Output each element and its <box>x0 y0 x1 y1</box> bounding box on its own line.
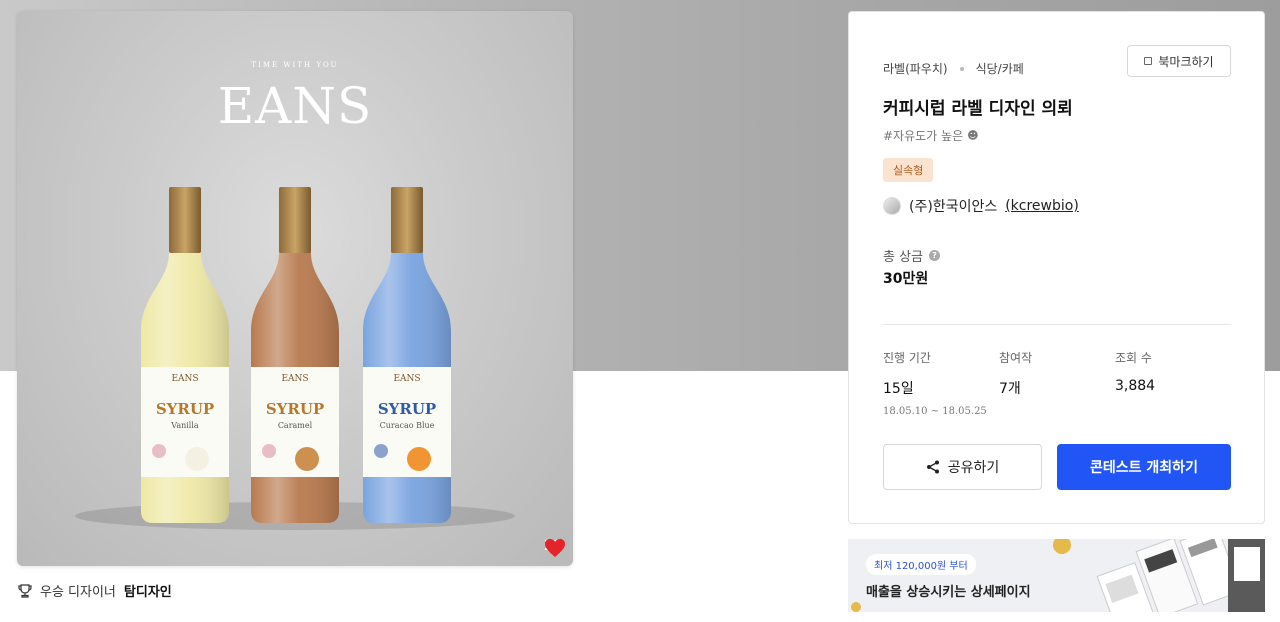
host-info: (주)한국이안스 (kcrewbio) <box>883 196 1079 216</box>
syrup-bottle: EANS SYRUP Vanilla <box>141 187 229 523</box>
help-icon[interactable]: ? <box>929 250 941 261</box>
brand-logo: EANS <box>217 77 373 135</box>
stat-period: 진행 기간 15일 18.05.10 ~ 18.05.25 <box>883 349 987 417</box>
hashtag: #자유도가 높은 ☻ <box>883 127 979 144</box>
stat-views: 조회 수 3,884 <box>1115 349 1155 394</box>
label-product: SYRUP <box>378 400 436 418</box>
label-fruit-illustration <box>407 447 431 471</box>
prize-value: 30만원 <box>883 271 929 287</box>
banner-text: 매출을 상승시키는 상세페이지 <box>866 585 1031 600</box>
bottle-cap <box>279 187 311 253</box>
contest-artwork[interactable]: EANS SYRUP Vanilla EANS SYRUP Caramel EANS SYRU… <box>17 11 573 566</box>
divider <box>883 324 1231 325</box>
bookmark-label: 북마크하기 <box>1158 54 1214 69</box>
share-label: 공유하기 <box>947 460 1000 476</box>
winner-designer: 우승 디자이너 탐디자인 <box>18 581 172 600</box>
banner-illustration <box>851 539 1265 612</box>
contest-info-card: 라벨(파우치) 식당/카페 북마크하기 커피시럽 라벨 디자인 의뢰 #자유도가… <box>848 11 1265 524</box>
subcategory-link[interactable]: 식당/카페 <box>976 60 1024 77</box>
host-name: (주)한국이안스 <box>909 199 998 215</box>
label-flavor: Vanilla <box>170 421 199 430</box>
label-fruit-illustration <box>295 447 319 471</box>
separator-dot <box>959 66 964 71</box>
label-brand: EANS <box>171 374 198 384</box>
bottle-cap <box>169 187 201 253</box>
host-avatar <box>883 197 901 215</box>
price-pill: 최저 120,000원 부터 <box>866 554 976 575</box>
share-button[interactable]: 공유하기 <box>883 444 1042 490</box>
stat-value: 15일 <box>883 381 914 397</box>
label-flower-illustration <box>152 444 166 458</box>
label-fruit-illustration <box>185 447 209 471</box>
share-icon <box>926 460 939 474</box>
promo-banner[interactable]: 최저 120,000원 부터 매출을 상승시키는 상세페이지 <box>848 539 1265 612</box>
winner-name[interactable]: 탐디자인 <box>124 581 172 600</box>
stat-label: 진행 기간 <box>883 351 931 365</box>
label-flavor: Caramel <box>278 421 313 430</box>
label-flavor: Curacao Blue <box>380 421 435 430</box>
contest-title: 커피시럽 라벨 디자인 의뢰 <box>883 99 1073 119</box>
hashtag-text: #자유도가 높은 <box>883 129 964 143</box>
stat-entries: 참여작 7개 <box>999 349 1032 398</box>
host-contest-button[interactable]: 콘테스트 개최하기 <box>1057 444 1231 490</box>
stat-value: 7개 <box>999 381 1021 397</box>
like-button[interactable]: 11 <box>544 538 565 558</box>
label-product: SYRUP <box>266 400 324 418</box>
trophy-icon <box>18 583 32 598</box>
syrup-bottle: EANS SYRUP Caramel <box>251 187 339 523</box>
label-flower-illustration <box>262 444 276 458</box>
person-emoji-icon: ☻ <box>967 129 979 142</box>
stat-value: 3,884 <box>1115 378 1156 394</box>
brand-tagline: TIME WITH YOU <box>251 61 339 69</box>
stat-label: 참여작 <box>999 351 1033 365</box>
label-brand: EANS <box>281 374 308 384</box>
prize-label-text: 총 상금 <box>883 250 924 265</box>
label-product: SYRUP <box>156 400 214 418</box>
winner-label: 우승 디자이너 <box>40 585 116 600</box>
label-brand: EANS <box>393 374 420 384</box>
category-link[interactable]: 라벨(파우치) <box>883 60 948 77</box>
bookmark-button[interactable]: 북마크하기 <box>1127 45 1231 77</box>
stat-date-range: 18.05.10 ~ 18.05.25 <box>883 406 987 417</box>
prize-label: 총 상금 ? <box>883 246 941 265</box>
heart-icon <box>544 538 565 558</box>
bookmark-icon <box>1144 57 1153 65</box>
host-id-link[interactable]: (kcrewbio) <box>1005 198 1079 214</box>
tier-badge: 실속형 <box>883 158 934 182</box>
breadcrumb: 라벨(파우치) 식당/카페 <box>883 60 1024 77</box>
syrup-bottle: EANS SYRUP Curacao Blue <box>363 187 451 523</box>
bottle-cap <box>391 187 423 253</box>
stat-label: 조회 수 <box>1115 351 1152 365</box>
label-flower-illustration <box>374 444 388 458</box>
